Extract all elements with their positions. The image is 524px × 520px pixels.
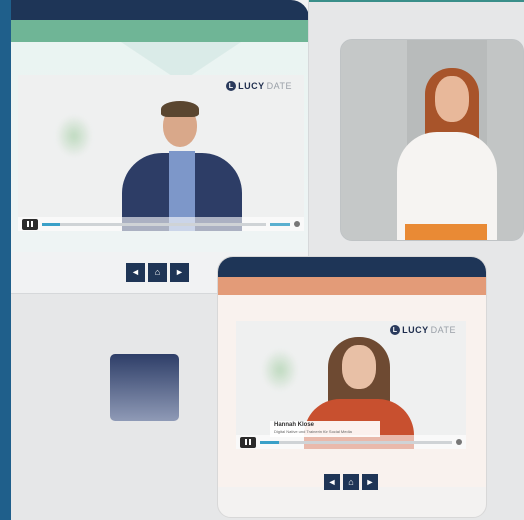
home-button[interactable]: ⌂ xyxy=(343,474,359,490)
next-arrow-icon: ► xyxy=(175,267,184,277)
home-button[interactable]: ⌂ xyxy=(148,263,167,282)
slide-nav-bottom: ◄ ⌂ ► xyxy=(324,474,378,490)
card-header-bar xyxy=(11,0,308,20)
previous-button[interactable]: ◄ xyxy=(126,263,145,282)
blurred-background-logo xyxy=(56,115,92,157)
video-controls xyxy=(236,435,466,449)
speaker-name: Hannah Klose xyxy=(274,422,315,428)
gradient-square-tile xyxy=(110,354,179,421)
prev-arrow-icon: ◄ xyxy=(131,267,140,277)
video-player-bottom[interactable]: L LUCY DATE Hannah Klose Digital Native u… xyxy=(236,321,466,449)
card-accent-bar xyxy=(11,20,308,42)
pause-button[interactable] xyxy=(240,436,256,448)
next-button[interactable]: ► xyxy=(170,263,189,282)
pause-button[interactable] xyxy=(22,218,38,230)
previous-button[interactable]: ◄ xyxy=(324,474,340,490)
slide-card-top: L LUCY DATE xyxy=(11,0,309,294)
video-player-top[interactable]: L LUCY DATE xyxy=(18,75,304,231)
logo-text-suffix: DATE xyxy=(430,325,456,335)
logo-text-suffix: DATE xyxy=(266,81,292,91)
next-button[interactable]: ► xyxy=(362,474,378,490)
next-arrow-icon: ► xyxy=(365,476,375,487)
slide-nav-top: ◄ ⌂ ► xyxy=(126,263,189,282)
home-icon: ⌂ xyxy=(348,476,354,487)
left-sidebar-strip xyxy=(0,0,11,520)
speaker-figure xyxy=(118,89,248,231)
card-header-bar xyxy=(218,257,486,277)
card-accent-bar xyxy=(218,277,486,295)
settings-icon[interactable] xyxy=(294,221,300,227)
portrait-photo xyxy=(340,39,524,241)
volume-slider[interactable] xyxy=(270,222,290,226)
settings-icon[interactable] xyxy=(456,439,462,445)
progress-bar[interactable] xyxy=(42,222,266,226)
video-controls xyxy=(18,217,304,231)
home-icon: ⌂ xyxy=(154,267,161,277)
progress-bar[interactable] xyxy=(260,440,452,444)
prev-arrow-icon: ◄ xyxy=(327,476,337,487)
blurred-background-logo xyxy=(262,349,298,391)
